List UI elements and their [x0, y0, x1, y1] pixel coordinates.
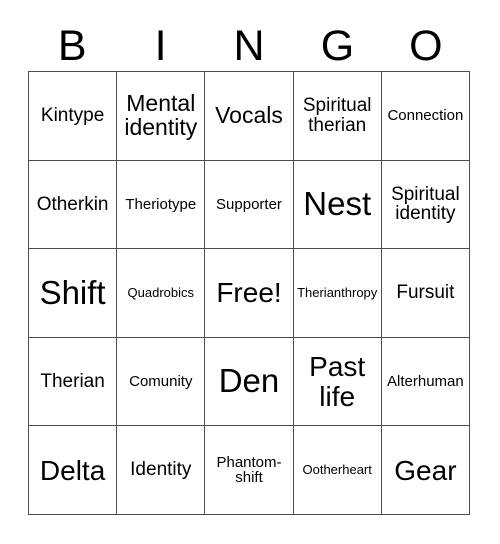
bingo-card: B I N G O Kintype Mental identity Vocals… — [0, 0, 500, 544]
bingo-cell-g2[interactable]: Nest — [293, 160, 382, 250]
bingo-grid: Kintype Mental identity Vocals Spiritual… — [28, 71, 470, 515]
bingo-cell-i5[interactable]: Identity — [117, 426, 206, 515]
bingo-cell-i4[interactable]: Comunity — [117, 337, 206, 427]
header-letter-n: N — [233, 21, 265, 70]
bingo-cell-o1[interactable]: Connection — [381, 72, 470, 161]
bingo-cell-i3[interactable]: Quadrobics — [117, 249, 206, 338]
header-letter-o: O — [409, 21, 443, 70]
bingo-cell-g1[interactable]: Spiritual therian — [293, 72, 382, 161]
bingo-cell-label: Ootherheart — [302, 462, 372, 478]
bingo-cell-label: Free! — [216, 277, 282, 309]
bingo-cell-label: Den — [218, 362, 280, 400]
bingo-cell-label: Alterhuman — [387, 372, 464, 390]
bingo-cell-o2[interactable]: Spiritual identity — [381, 160, 470, 250]
bingo-cell-label: Kintype — [40, 104, 105, 126]
bingo-cell-n5[interactable]: Phantom-shift — [205, 426, 294, 515]
bingo-cell-label: Supporter — [216, 195, 282, 213]
header-letter-i: I — [154, 21, 167, 70]
bingo-cell-n1[interactable]: Vocals — [205, 72, 294, 161]
bingo-cell-label: Connection — [387, 107, 464, 124]
bingo-cell-label: Phantom-shift — [216, 453, 282, 487]
bingo-cell-g3[interactable]: Therianthropy — [293, 249, 382, 338]
bingo-cell-g5[interactable]: Ootherheart — [293, 426, 382, 515]
bingo-header: B I N G O — [28, 22, 470, 70]
bingo-cell-label: Spiritual therian — [302, 95, 372, 136]
bingo-cell-b5[interactable]: Delta — [29, 426, 118, 515]
bingo-cell-i1[interactable]: Mental identity — [117, 72, 206, 161]
bingo-cell-o4[interactable]: Alterhuman — [381, 337, 470, 427]
header-letter-b: B — [57, 21, 87, 70]
bingo-cell-o3[interactable]: Fursuit — [381, 249, 470, 338]
bingo-cell-label: Otherkin — [36, 193, 109, 215]
bingo-cell-label: Vocals — [215, 101, 283, 128]
bingo-cell-b2[interactable]: Otherkin — [29, 160, 118, 250]
bingo-cell-label: Gear — [394, 454, 457, 486]
bingo-cell-label: Mental identity — [124, 89, 198, 140]
bingo-cell-free[interactable]: Free! — [205, 249, 294, 338]
bingo-cell-label: Quadrobics — [127, 285, 195, 301]
bingo-cell-label: Therianthropy — [297, 285, 378, 301]
bingo-cell-label: Nest — [303, 185, 372, 223]
bingo-cell-g4[interactable]: Past life — [293, 337, 382, 427]
bingo-cell-label: Spiritual identity — [391, 183, 460, 225]
bingo-cell-b3[interactable]: Shift — [29, 249, 118, 338]
bingo-cell-label: Comunity — [129, 372, 193, 390]
bingo-cell-label: Past life — [309, 351, 366, 412]
bingo-cell-label: Identity — [130, 459, 192, 481]
bingo-cell-label: Delta — [39, 454, 106, 486]
bingo-cell-label: Shift — [39, 273, 106, 311]
bingo-cell-label: Fursuit — [396, 282, 455, 304]
bingo-cell-n2[interactable]: Supporter — [205, 160, 294, 250]
bingo-cell-n4[interactable]: Den — [205, 337, 294, 427]
bingo-cell-b4[interactable]: Therian — [29, 337, 118, 427]
bingo-cell-o5[interactable]: Gear — [381, 426, 470, 515]
header-letter-g: G — [320, 21, 355, 70]
bingo-cell-label: Therian — [40, 370, 105, 392]
bingo-cell-b1[interactable]: Kintype — [29, 72, 118, 161]
bingo-cell-label: Theriotype — [125, 195, 197, 213]
bingo-cell-i2[interactable]: Theriotype — [117, 160, 206, 250]
